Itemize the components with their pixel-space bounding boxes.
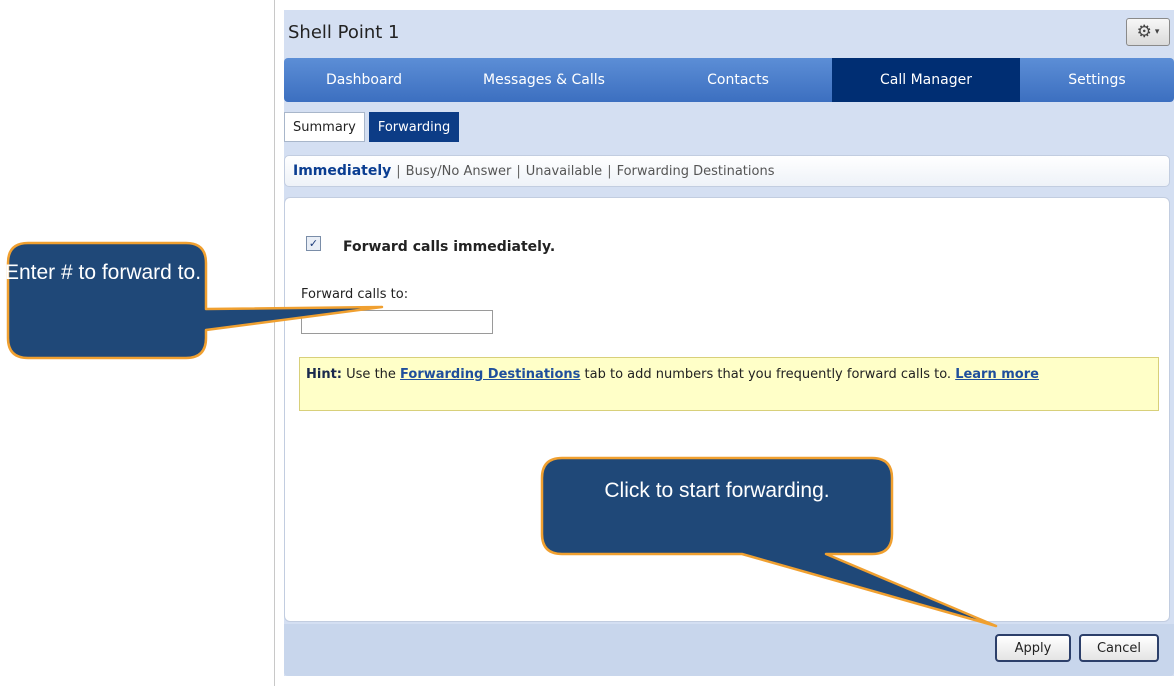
screenshot-canvas: Shell Point 1 ⚙ ▾ Dashboard Messages & C… xyxy=(0,0,1174,686)
callout-enter-number-text: Enter # to forward to. xyxy=(4,261,202,284)
callout-start-forwarding-text: Click to start forwarding. xyxy=(604,479,830,502)
annotation-layer xyxy=(6,241,998,628)
